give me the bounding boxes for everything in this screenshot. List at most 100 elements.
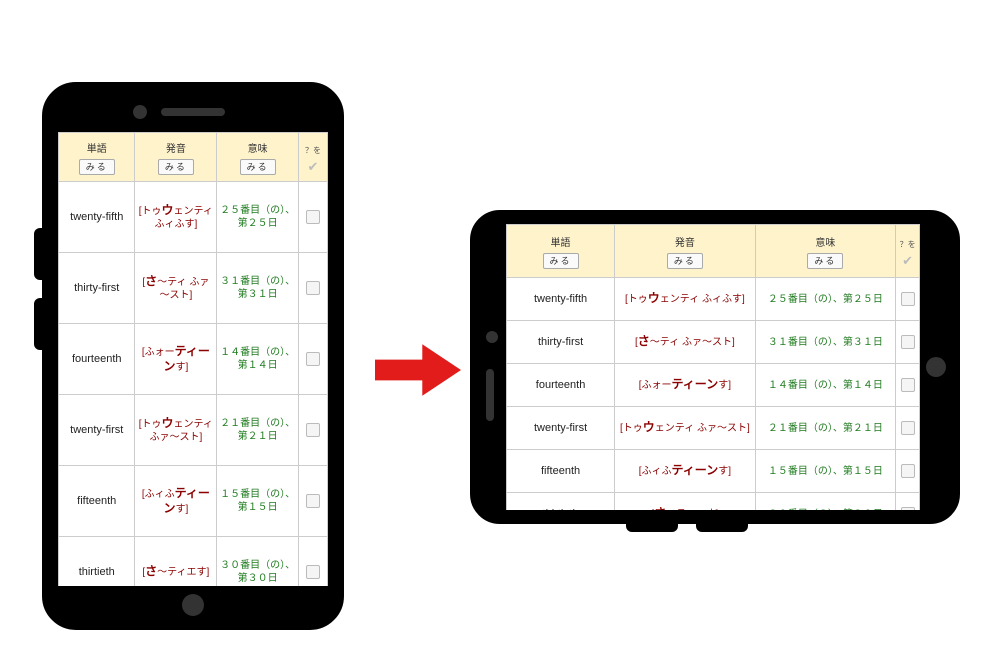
meaning-cell: ３１番目（の）、第３１日	[755, 321, 896, 364]
table-row: fourteenth[ふォーティーンす]１４番目（の）、第１４日	[59, 324, 328, 395]
row-checkbox[interactable]	[306, 210, 320, 224]
header-word: 単語 みる	[507, 225, 615, 278]
check-cell	[298, 182, 327, 253]
header-check: ？を ✔	[298, 133, 327, 182]
header-pron: 発音 みる	[135, 133, 217, 182]
phone-camera-dot	[133, 105, 147, 119]
check-cell	[896, 321, 920, 364]
pronunciation-cell: [ふォーティーンす]	[135, 324, 217, 395]
meaning-cell: １５番目（の）、第１５日	[755, 450, 896, 493]
table-row: fourteenth[ふォーティーンす]１４番目（の）、第１４日	[507, 364, 920, 407]
word-cell: twenty-first	[59, 395, 135, 466]
row-checkbox[interactable]	[901, 292, 915, 306]
pronunciation-cell: [さ～ティエす]	[615, 493, 756, 511]
row-checkbox[interactable]	[901, 421, 915, 435]
device-landscape: 単語 みる 発音 みる 意味 みる ？を ✔	[470, 210, 960, 524]
screen-landscape: 単語 みる 発音 みる 意味 みる ？を ✔	[506, 224, 920, 510]
check-all-icon[interactable]: ✔	[898, 253, 917, 269]
show-pron-button[interactable]: みる	[158, 159, 194, 175]
check-cell	[896, 364, 920, 407]
phone-side-button	[626, 518, 678, 532]
table-row: thirtieth[さ～ティエす]３０番目（の）、第３０日	[507, 493, 920, 511]
show-pron-button[interactable]: みる	[667, 253, 703, 269]
vocab-table-landscape: 単語 みる 発音 みる 意味 みる ？を ✔	[506, 224, 920, 510]
phone-camera-dot	[486, 331, 498, 343]
pronunciation-cell: [さ～ティ ふァ～スト]	[615, 321, 756, 364]
meaning-cell: ３０番目（の）、第３０日	[755, 493, 896, 511]
arrow-right-icon	[375, 344, 461, 396]
row-checkbox[interactable]	[306, 281, 320, 295]
meaning-cell: １４番目（の）、第１４日	[755, 364, 896, 407]
meaning-cell: ２５番目（の）、第２５日	[755, 278, 896, 321]
pronunciation-cell: [トゥウェンティ ふァ～スト]	[615, 407, 756, 450]
table-row: twenty-first[トゥウェンティ ふァ～スト]２１番目（の）、第２１日	[507, 407, 920, 450]
word-cell: fifteenth	[507, 450, 615, 493]
pronunciation-cell: [さ～ティ ふァ～スト]	[135, 253, 217, 324]
word-cell: thirtieth	[507, 493, 615, 511]
check-cell	[896, 493, 920, 511]
check-hint-label: ？を	[900, 240, 916, 249]
check-cell	[298, 537, 327, 587]
check-cell	[298, 324, 327, 395]
header-pron-label: 発音	[617, 234, 753, 249]
word-cell: twenty-first	[507, 407, 615, 450]
word-cell: fifteenth	[59, 466, 135, 537]
phone-side-button	[34, 298, 48, 350]
phone-side-button	[696, 518, 748, 532]
phone-side-button	[34, 228, 48, 280]
check-cell	[896, 407, 920, 450]
show-word-button[interactable]: みる	[543, 253, 579, 269]
word-cell: thirty-first	[507, 321, 615, 364]
row-checkbox[interactable]	[306, 352, 320, 366]
header-word: 単語 みる	[59, 133, 135, 182]
header-meaning-label: 意味	[219, 140, 296, 155]
row-checkbox[interactable]	[901, 464, 915, 478]
table-row: twenty-fifth[トゥウェンティ ふィふす]２５番目（の）、第２５日	[507, 278, 920, 321]
device-portrait: 単語 みる 発音 みる 意味 みる ？を ✔	[42, 82, 344, 630]
row-checkbox[interactable]	[306, 494, 320, 508]
check-cell	[298, 466, 327, 537]
header-pron: 発音 みる	[615, 225, 756, 278]
row-checkbox[interactable]	[901, 507, 915, 510]
check-all-icon[interactable]: ✔	[301, 159, 325, 175]
pronunciation-cell: [ふィふティーンす]	[615, 450, 756, 493]
phone-earpiece	[161, 108, 225, 116]
row-checkbox[interactable]	[901, 378, 915, 392]
screen-portrait: 単語 みる 発音 みる 意味 みる ？を ✔	[58, 132, 328, 586]
header-meaning: 意味 みる	[755, 225, 896, 278]
row-checkbox[interactable]	[901, 335, 915, 349]
pronunciation-cell: [ふォーティーンす]	[615, 364, 756, 407]
header-word-label: 単語	[509, 234, 612, 249]
phone-home-button	[926, 357, 946, 377]
word-cell: thirtieth	[59, 537, 135, 587]
check-cell	[896, 450, 920, 493]
meaning-cell: ２１番目（の）、第２１日	[755, 407, 896, 450]
table-row: thirty-first[さ～ティ ふァ～スト]３１番目（の）、第３１日	[59, 253, 328, 324]
header-pron-label: 発音	[137, 140, 214, 155]
table-row: twenty-first[トゥウェンティ ふァ～スト]２１番目（の）、第２１日	[59, 395, 328, 466]
row-checkbox[interactable]	[306, 423, 320, 437]
meaning-cell: ３１番目（の）、第３１日	[217, 253, 299, 324]
table-row: thirty-first[さ～ティ ふァ～スト]３１番目（の）、第３１日	[507, 321, 920, 364]
pronunciation-cell: [さ～ティエす]	[135, 537, 217, 587]
row-checkbox[interactable]	[306, 565, 320, 579]
meaning-cell: １５番目（の）、第１５日	[217, 466, 299, 537]
word-cell: thirty-first	[59, 253, 135, 324]
show-meaning-button[interactable]: みる	[240, 159, 276, 175]
table-row: fifteenth[ふィふティーンす]１５番目（の）、第１５日	[59, 466, 328, 537]
meaning-cell: ２５番目（の）、第２５日	[217, 182, 299, 253]
pronunciation-cell: [トゥウェンティ ふィふす]	[135, 182, 217, 253]
comparison-diagram: 単語 みる 発音 みる 意味 みる ？を ✔	[0, 0, 1000, 670]
show-word-button[interactable]: みる	[79, 159, 115, 175]
table-row: fifteenth[ふィふティーンす]１５番目（の）、第１５日	[507, 450, 920, 493]
pronunciation-cell: [ふィふティーンす]	[135, 466, 217, 537]
show-meaning-button[interactable]: みる	[807, 253, 843, 269]
phone-earpiece	[486, 369, 494, 421]
meaning-cell: １４番目（の）、第１４日	[217, 324, 299, 395]
check-cell	[896, 278, 920, 321]
header-check: ？を ✔	[896, 225, 920, 278]
word-cell: twenty-fifth	[507, 278, 615, 321]
meaning-cell: ３０番目（の）、第３０日	[217, 537, 299, 587]
meaning-cell: ２１番目（の）、第２１日	[217, 395, 299, 466]
pronunciation-cell: [トゥウェンティ ふァ～スト]	[135, 395, 217, 466]
